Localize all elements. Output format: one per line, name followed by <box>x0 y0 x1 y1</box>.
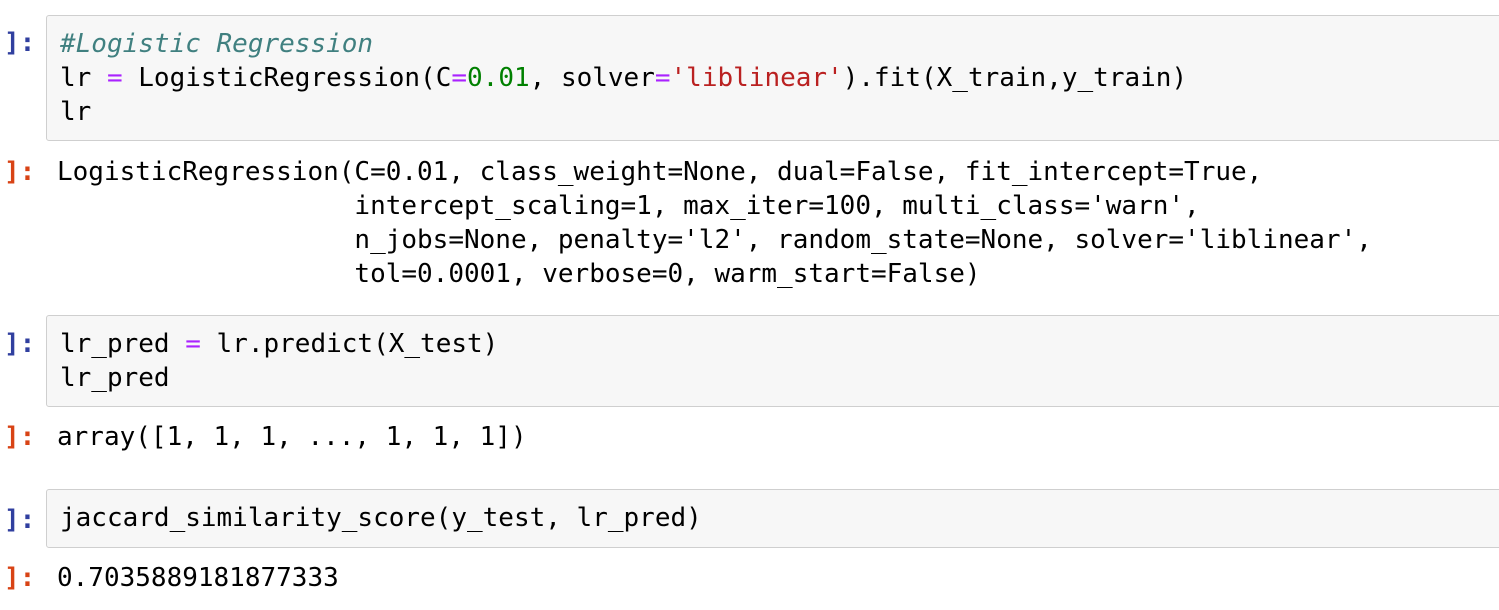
output-line: array([1, 1, 1, ..., 1, 1, 1]) <box>57 422 527 452</box>
code-token: , solver <box>529 63 655 93</box>
output-prompt: ]: <box>4 157 36 187</box>
code-operator: = <box>451 63 468 93</box>
code-token: lr <box>60 97 92 127</box>
code-string: 'liblinear' <box>670 63 843 93</box>
code-line: lr_pred = lr.predict(X_test) <box>60 327 1499 361</box>
input-prompt: ]: <box>4 329 36 359</box>
output-line: 0.7035889181877333 <box>57 563 339 593</box>
code-line: #Logistic Regression <box>60 27 1499 61</box>
code-token: lr <box>60 63 107 93</box>
output-prompt: ]: <box>4 563 36 593</box>
code-input-area[interactable]: #Logistic Regression lr = LogisticRegres… <box>46 15 1499 141</box>
code-operator: = <box>185 329 201 359</box>
code-comment: #Logistic Regression <box>60 29 374 59</box>
output-line: n_jobs=None, penalty='l2', random_state=… <box>57 225 1372 255</box>
cell-output: 0.7035889181877333 <box>57 561 339 595</box>
code-number: 0.01 <box>467 63 530 93</box>
output-line: LogisticRegression(C=0.01, class_weight=… <box>57 157 1263 187</box>
output-line: tol=0.0001, verbose=0, warm_start=False) <box>57 259 981 289</box>
code-line: jaccard_similarity_score(y_test, lr_pred… <box>60 501 1499 535</box>
code-operator: = <box>106 63 123 93</box>
code-line: lr <box>60 95 1499 129</box>
input-prompt: ]: <box>4 505 36 535</box>
code-token: ).fit(X_train,y_train) <box>842 63 1188 93</box>
output-line: intercept_scaling=1, max_iter=100, multi… <box>57 191 1200 221</box>
code-token: lr.predict(X_test) <box>200 329 499 359</box>
code-input-area[interactable]: jaccard_similarity_score(y_test, lr_pred… <box>46 489 1499 548</box>
code-operator: = <box>654 63 671 93</box>
code-line: lr = LogisticRegression(C=0.01, solver='… <box>60 61 1499 95</box>
code-input-area[interactable]: lr_pred = lr.predict(X_test) lr_pred <box>46 315 1499 407</box>
code-token: LogisticRegression(C <box>122 63 452 93</box>
code-token: lr_pred <box>60 329 186 359</box>
output-prompt: ]: <box>4 422 36 452</box>
code-token: jaccard_similarity_score(y_test, lr_pred… <box>60 503 702 533</box>
code-token: lr_pred <box>60 363 170 393</box>
cell-output: array([1, 1, 1, ..., 1, 1, 1]) <box>57 420 527 454</box>
cell-output: LogisticRegression(C=0.01, class_weight=… <box>57 155 1372 291</box>
code-line: lr_pred <box>60 361 1499 395</box>
input-prompt: ]: <box>4 28 36 58</box>
